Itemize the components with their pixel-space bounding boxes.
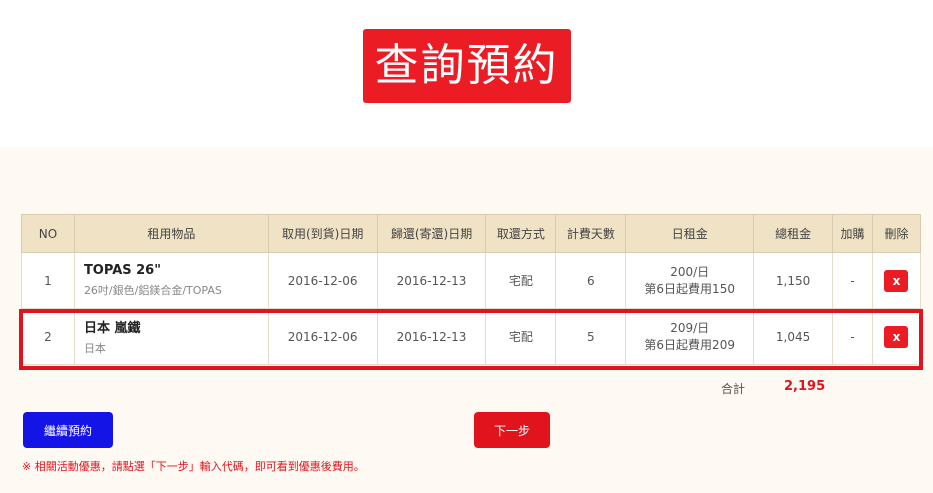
item-desc: 日本 bbox=[83, 342, 106, 355]
row-no: 2 bbox=[21, 308, 75, 365]
total-value: 2,195 bbox=[784, 379, 826, 394]
daily-rate: 200/日 第6日起費用150 bbox=[625, 252, 755, 309]
page-title: 查詢預約 bbox=[362, 29, 571, 103]
row-no: 1 bbox=[21, 252, 75, 309]
addon: - bbox=[832, 252, 873, 309]
total-rent: 1,150 bbox=[753, 252, 834, 309]
header-no: NO bbox=[21, 214, 75, 253]
total-rent: 1,045 bbox=[753, 308, 834, 365]
header-daily-rate: 日租金 bbox=[625, 214, 755, 253]
item-cell: TOPAS 26" 26吋/銀色/鋁鎂合金/TOPAS bbox=[73, 252, 269, 309]
item-desc: 26吋/銀色/鋁鎂合金/TOPAS bbox=[83, 284, 222, 297]
title-wrap: 查詢預約 bbox=[0, 29, 933, 103]
delivery-method: 宅配 bbox=[485, 252, 557, 309]
item-name: TOPAS 26" bbox=[83, 263, 162, 278]
total-row: 合計 2,195 bbox=[21, 377, 921, 401]
header-total: 總租金 bbox=[753, 214, 834, 253]
promo-note: ※ 相關活動優惠，請點選「下一步」輸入代碼，即可看到優惠後費用。 bbox=[22, 460, 365, 473]
return-date: 2016-12-13 bbox=[376, 308, 487, 365]
pickup-date: 2016-12-06 bbox=[267, 308, 378, 365]
billing-days: 5 bbox=[555, 308, 627, 365]
header-pickup-date: 取用(到貨)日期 bbox=[267, 214, 378, 253]
order-table: NO 租用物品 取用(到貨)日期 歸還(寄還)日期 取還方式 計費天數 日租金 … bbox=[21, 214, 922, 365]
return-date: 2016-12-13 bbox=[376, 252, 487, 309]
header-days: 計費天數 bbox=[555, 214, 627, 253]
table-header-row: NO 租用物品 取用(到貨)日期 歸還(寄還)日期 取還方式 計費天數 日租金 … bbox=[21, 214, 922, 253]
item-cell: 日本 嵐鐵 日本 bbox=[73, 308, 269, 365]
header-item: 租用物品 bbox=[73, 214, 269, 253]
daily-rate: 209/日 第6日起費用209 bbox=[625, 308, 755, 365]
header-return-date: 歸還(寄還)日期 bbox=[376, 214, 487, 253]
delivery-method: 宅配 bbox=[485, 308, 557, 365]
rate-line1: 209/日 bbox=[670, 320, 710, 335]
header-delete: 刪除 bbox=[871, 214, 922, 253]
table-row: 1 TOPAS 26" 26吋/銀色/鋁鎂合金/TOPAS 2016-12-06… bbox=[21, 252, 922, 309]
delete-cell: x bbox=[871, 252, 922, 309]
item-name: 日本 嵐鐵 bbox=[83, 321, 141, 336]
pickup-date: 2016-12-06 bbox=[267, 252, 378, 309]
delete-button[interactable]: x bbox=[884, 269, 909, 292]
total-label: 合計 bbox=[721, 382, 746, 396]
header-method: 取還方式 bbox=[485, 214, 557, 253]
header-addon: 加購 bbox=[832, 214, 873, 253]
addon: - bbox=[832, 308, 873, 365]
rate-line1: 200/日 bbox=[670, 264, 710, 279]
table-row: 2 日本 嵐鐵 日本 2016-12-06 2016-12-13 宅配 5 20… bbox=[21, 308, 922, 365]
rate-line2: 第6日起費用150 bbox=[644, 281, 735, 296]
continue-booking-button[interactable]: 繼續預約 bbox=[23, 412, 113, 448]
next-step-button[interactable]: 下一步 bbox=[474, 412, 550, 448]
delete-button[interactable]: x bbox=[884, 325, 909, 348]
main-area: NO 租用物品 取用(到貨)日期 歸還(寄還)日期 取還方式 計費天數 日租金 … bbox=[0, 147, 933, 493]
delete-cell: x bbox=[871, 308, 922, 365]
billing-days: 6 bbox=[555, 252, 627, 309]
rate-line2: 第6日起費用209 bbox=[644, 337, 735, 352]
